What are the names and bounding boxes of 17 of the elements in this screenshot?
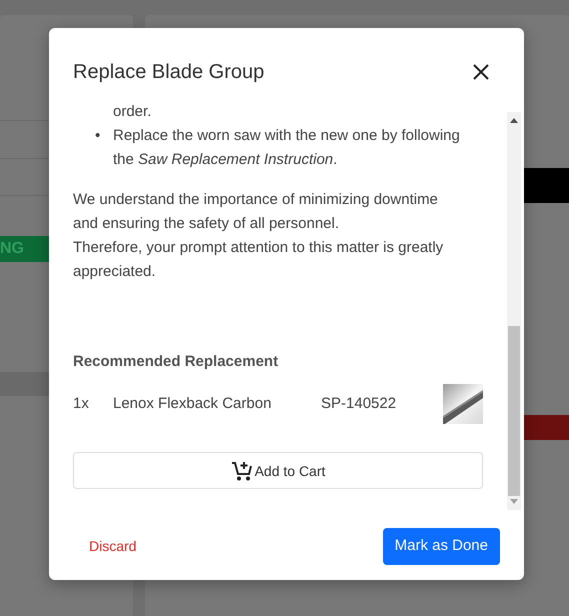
scrollbar-thumb[interactable] — [508, 326, 520, 496]
bullet-mark: • — [95, 127, 100, 144]
bullet-text: Replace the worn saw with the new one by following the Saw Replacement Instruction. — [113, 126, 461, 170]
paragraph: Therefore, your prompt attention to this matter is greatly appreciated. — [73, 238, 444, 282]
section-heading: Recommended Replacement — [73, 352, 280, 372]
close-icon[interactable] — [472, 63, 490, 81]
paragraph: We understand the importance of minimizing downtime and ensuring the safety of all personnel. — [73, 190, 439, 234]
product-name: Lenox Flexback Carbon — [113, 395, 272, 412]
part-number: SP-140522 — [321, 395, 396, 412]
quantity-text: 1x — [73, 395, 89, 412]
discard-link[interactable]: Discard — [89, 536, 136, 557]
dialog-title: Replace Blade Group — [73, 60, 264, 84]
add-to-cart-button[interactable]: Add to Cart — [73, 452, 483, 489]
cart-icon — [230, 460, 253, 482]
bullet-text: order. — [113, 102, 152, 122]
mark-as-done-button[interactable]: Mark as Done — [382, 528, 500, 565]
scrollbar[interactable] — [507, 112, 521, 510]
